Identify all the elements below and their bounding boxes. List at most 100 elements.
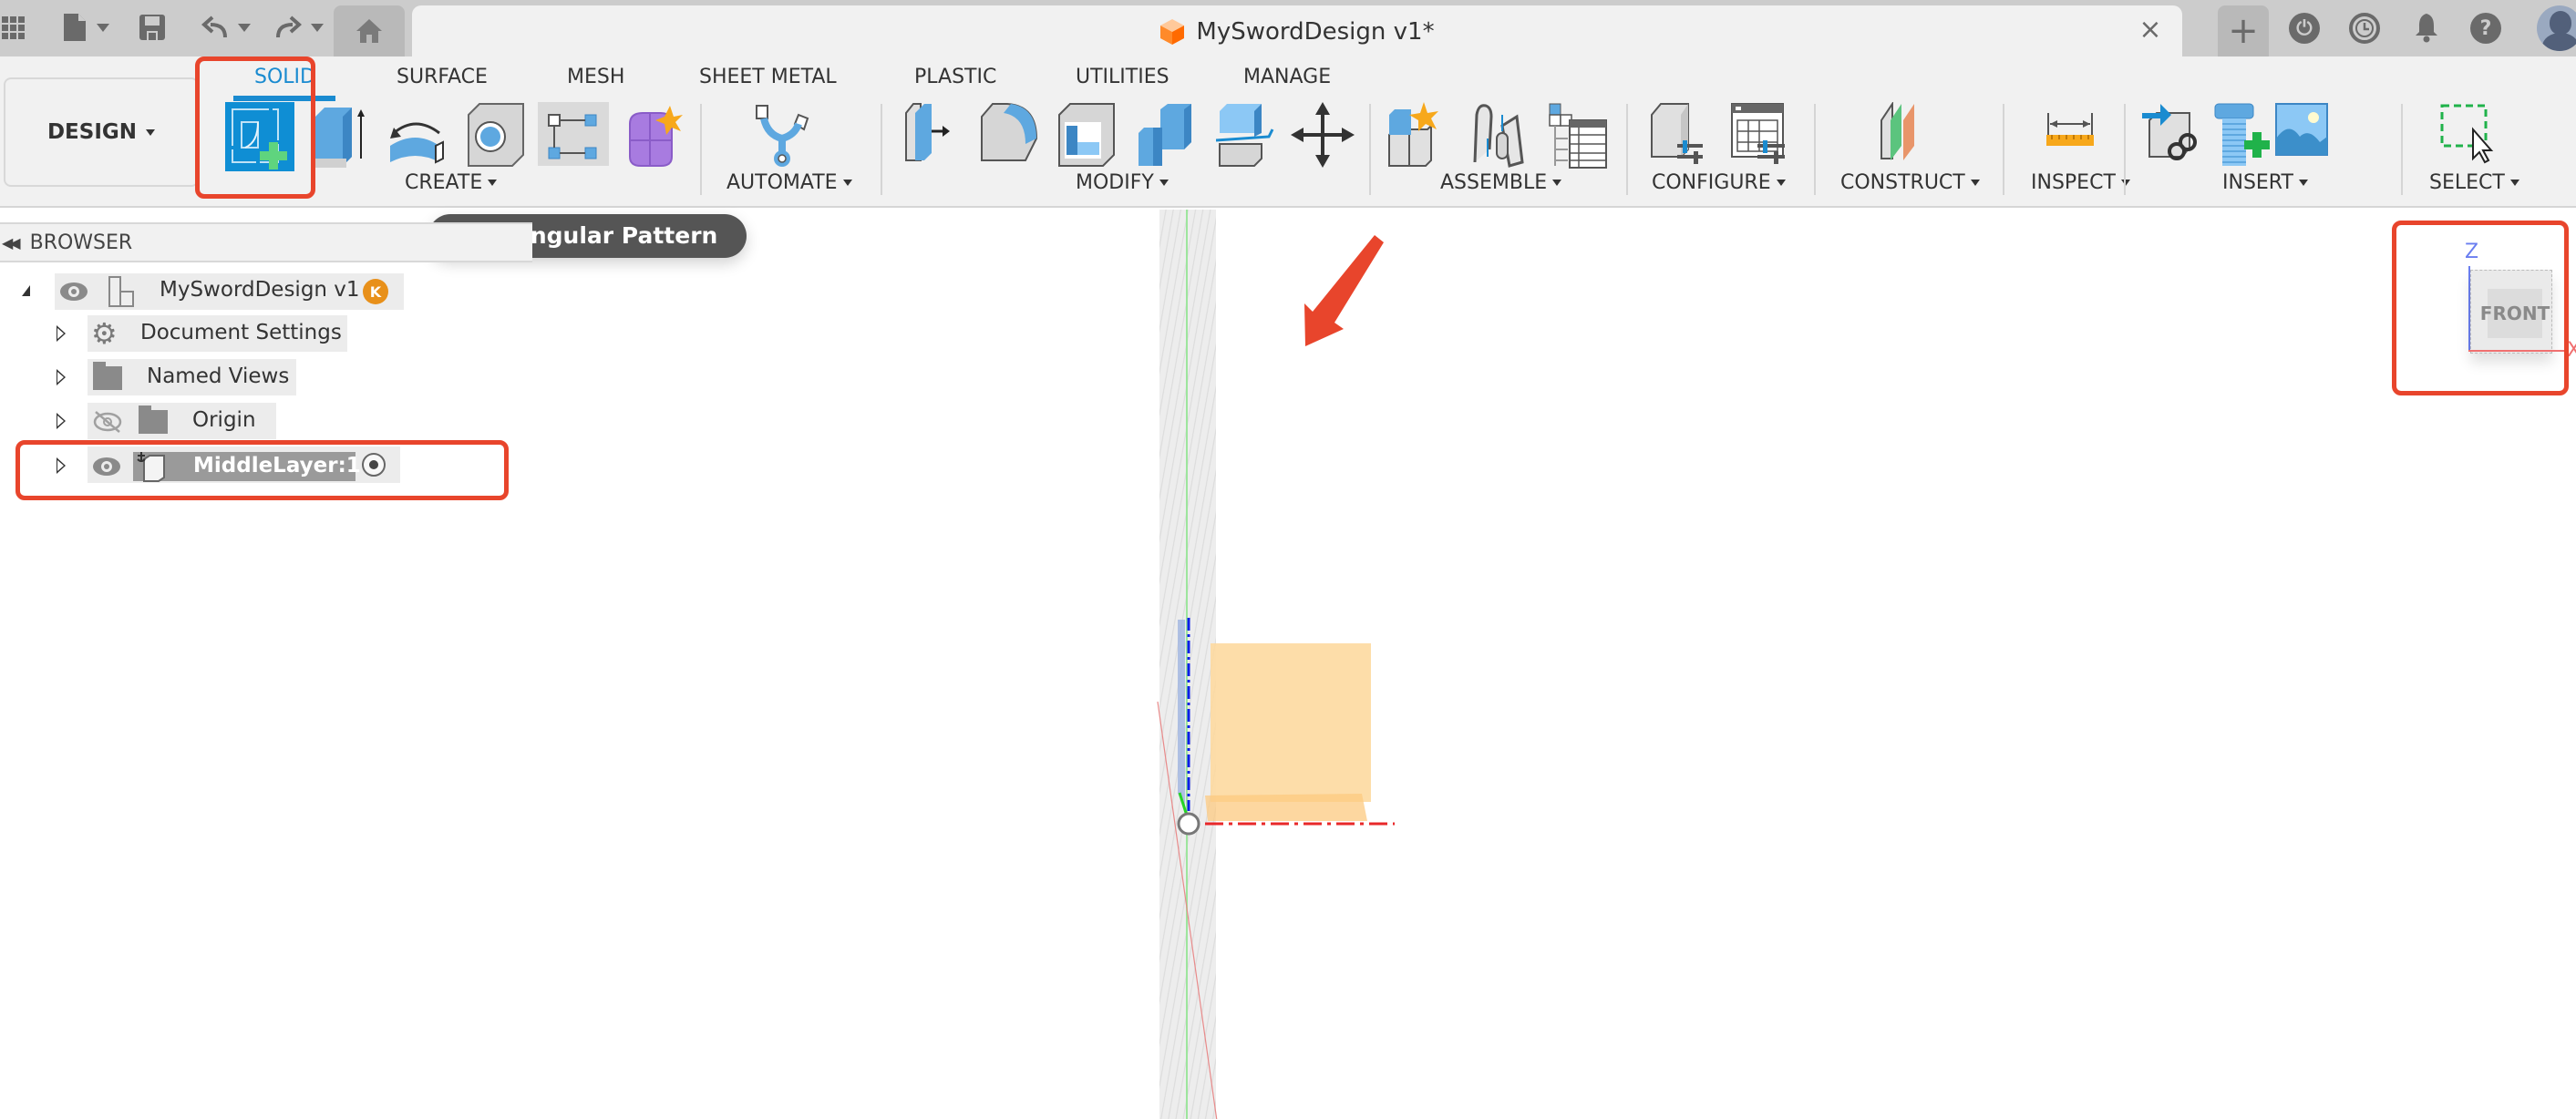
browser-header: ◀◀ BROWSER <box>0 222 532 262</box>
offset-plane-button[interactable] <box>1878 100 1940 166</box>
assemble-menu[interactable]: ASSEMBLE <box>1440 171 1562 194</box>
help-icon: ? <box>2479 16 2492 40</box>
visibility-eye-icon[interactable] <box>93 457 120 476</box>
group-divider <box>881 104 882 195</box>
extrude-button[interactable] <box>312 102 374 168</box>
application-bar: MySwordDesign v1* × + ⏻ ? <box>0 0 2576 56</box>
configure-menu[interactable]: CONFIGURE <box>1652 171 1786 194</box>
collapse-triangle-icon[interactable] <box>22 285 30 296</box>
home-tab[interactable] <box>334 5 405 56</box>
undo-button[interactable] <box>199 9 253 46</box>
tab-sheet-metal[interactable]: SHEET METAL <box>699 66 837 88</box>
apps-grid-icon[interactable] <box>0 9 27 46</box>
user-avatar[interactable] <box>2537 5 2576 51</box>
save-button[interactable] <box>137 9 168 46</box>
split-body-icon <box>1215 104 1274 167</box>
create-sketch-icon <box>225 102 294 171</box>
insert-mcmaster-button[interactable] <box>2211 102 2273 166</box>
tab-manage[interactable]: MANAGE <box>1243 66 1331 88</box>
viewcube-front-face[interactable]: FRONT <box>2480 289 2550 338</box>
visibility-eye-icon[interactable] <box>60 282 88 301</box>
plus-icon: + <box>2228 10 2259 52</box>
save-icon <box>139 15 165 40</box>
file-menu-button[interactable] <box>58 9 113 46</box>
configure-model-button[interactable] <box>1650 102 1712 166</box>
new-tab-button[interactable]: + <box>2218 5 2269 56</box>
rectangular-pattern-button[interactable] <box>538 102 609 166</box>
document-tab[interactable]: MySwordDesign v1* × <box>412 5 2182 56</box>
expand-triangle-icon[interactable] <box>57 325 66 342</box>
origin-point <box>1177 812 1200 836</box>
window-select-button[interactable] <box>2438 102 2500 166</box>
create-form-button[interactable] <box>624 102 686 167</box>
chevron-down-icon <box>238 23 251 32</box>
fillet-button[interactable] <box>980 102 1042 166</box>
tab-surface[interactable]: SURFACE <box>397 66 488 88</box>
expand-triangle-icon[interactable] <box>57 457 66 474</box>
shell-button[interactable] <box>1057 102 1119 167</box>
fillet-icon <box>981 103 1038 161</box>
modify-menu[interactable]: MODIFY <box>1076 171 1169 194</box>
extensions-button[interactable]: ⏻ <box>2289 13 2320 44</box>
chevron-down-icon <box>2509 180 2519 186</box>
move-icon <box>1291 102 1355 168</box>
ribbon-toolbar: DESIGN SOLID SURFACE MESH SHEET METAL PL… <box>0 56 2576 208</box>
create-sketch-button[interactable] <box>225 102 294 171</box>
active-tab-indicator <box>233 96 335 101</box>
insert-menu[interactable]: INSERT <box>2222 171 2308 194</box>
insert-canvas-button[interactable] <box>2274 102 2336 166</box>
workspace-switcher[interactable]: DESIGN <box>4 77 199 187</box>
select-menu[interactable]: SELECT <box>2429 171 2519 194</box>
hole-button[interactable] <box>467 102 529 167</box>
automate-button[interactable] <box>755 102 817 167</box>
plug-icon: ⏻ <box>2296 16 2313 40</box>
move-copy-button[interactable] <box>1291 102 1355 168</box>
collapse-panel-icon[interactable]: ◀◀ <box>2 234 21 252</box>
construct-menu[interactable]: CONSTRUCT <box>1840 171 1980 194</box>
press-pull-button[interactable] <box>904 102 966 166</box>
split-body-button[interactable] <box>1215 102 1278 167</box>
viewport-canvas[interactable] <box>1130 210 1513 1119</box>
new-component-button[interactable] <box>1386 102 1448 167</box>
hidden-eye-icon[interactable] <box>92 410 123 434</box>
viewcube-z-label: Z <box>2465 241 2479 263</box>
insert-derive-button[interactable] <box>2142 102 2204 166</box>
create-menu[interactable]: CREATE <box>405 171 498 194</box>
chevron-down-icon <box>1970 180 1980 186</box>
viewcube[interactable]: FRONT <box>2470 270 2552 354</box>
tab-utilities[interactable]: UTILITIES <box>1076 66 1170 88</box>
joint-button[interactable] <box>1469 102 1531 168</box>
help-button[interactable]: ? <box>2470 13 2501 44</box>
sketch-plane-edge <box>1178 620 1185 811</box>
inspect-menu[interactable]: INSPECT <box>2031 171 2130 194</box>
expand-triangle-icon[interactable] <box>57 413 66 429</box>
group-divider <box>1626 104 1628 195</box>
close-tab-button[interactable]: × <box>2137 16 2164 44</box>
notifications-button[interactable] <box>2411 9 2442 46</box>
sketch-base-profile <box>1205 794 1367 821</box>
configuration-table-icon <box>1731 103 1785 164</box>
chevron-down-icon <box>146 128 156 136</box>
bell-icon <box>2416 14 2437 43</box>
revolve-button[interactable] <box>383 102 445 166</box>
chevron-down-icon <box>1552 180 1562 186</box>
bill-of-materials-button[interactable] <box>1548 102 1610 169</box>
redo-button[interactable] <box>272 9 326 46</box>
window-select-icon <box>2440 104 2494 164</box>
tab-plastic[interactable]: PLASTIC <box>914 66 996 88</box>
tab-mesh[interactable]: MESH <box>567 66 624 88</box>
automate-menu[interactable]: AUTOMATE <box>726 171 852 194</box>
measure-button[interactable] <box>2046 102 2108 166</box>
group-divider <box>1369 104 1371 195</box>
folder-icon <box>139 406 168 434</box>
tab-solid[interactable]: SOLID <box>254 66 315 88</box>
expand-triangle-icon[interactable] <box>57 369 66 385</box>
activate-component-radio[interactable] <box>362 453 386 477</box>
assembly-icon <box>108 276 134 307</box>
configure-model-icon <box>1651 103 1703 164</box>
measure-icon <box>2046 113 2094 146</box>
combine-button[interactable] <box>1135 102 1197 166</box>
new-component-icon <box>1388 102 1438 167</box>
job-status-button[interactable] <box>2349 13 2380 44</box>
configuration-table-button[interactable] <box>1730 102 1792 166</box>
